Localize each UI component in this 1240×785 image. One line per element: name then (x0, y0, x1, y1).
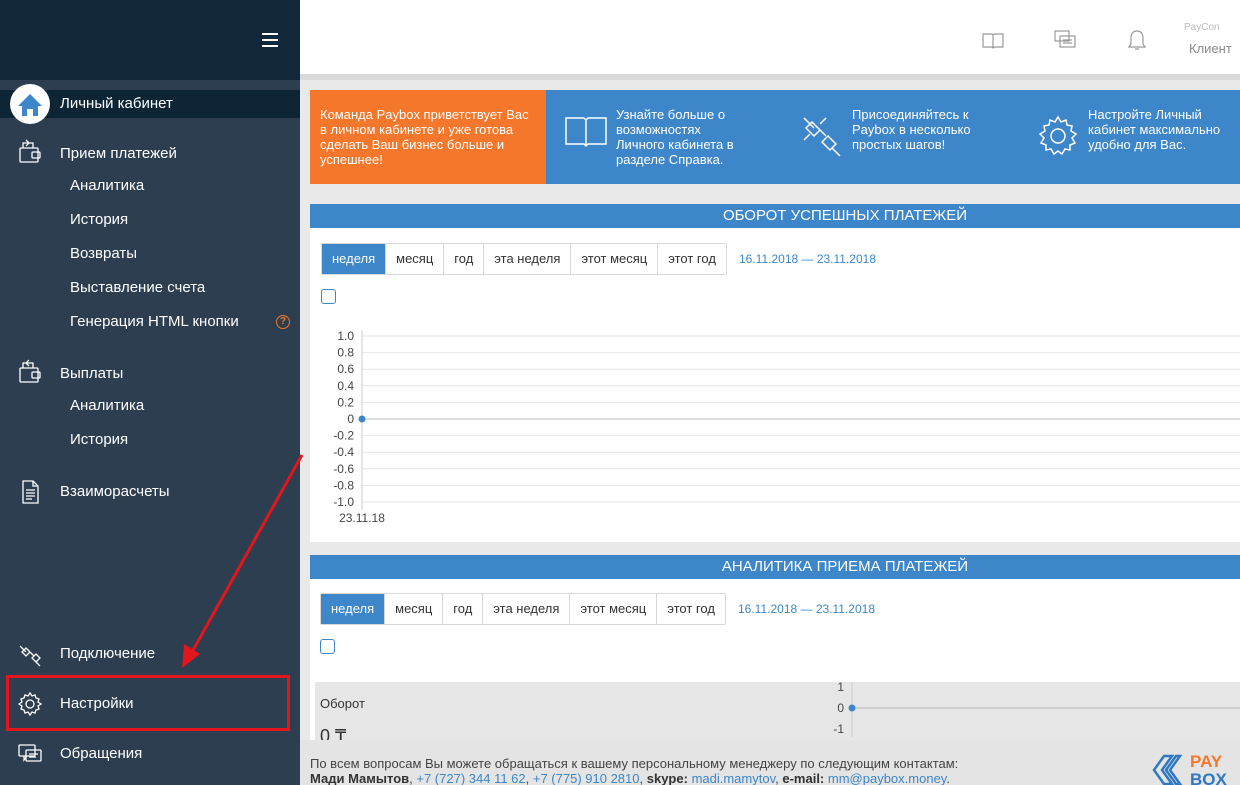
sidebar-item-payments[interactable]: Прием платежей (60, 145, 177, 162)
logo-text-bottom: BOX (1190, 770, 1228, 785)
banner-join-text: Присоединяйтесь к Paybox в несколько про… (852, 107, 971, 152)
email-link[interactable]: mm@paybox.money (828, 771, 946, 785)
y-tick-label: -0.6 (333, 462, 354, 476)
tab-week[interactable]: неделя (321, 594, 386, 624)
book-icon[interactable] (981, 28, 1005, 52)
y-tick-label: -0.8 (333, 478, 354, 492)
tab-year[interactable]: год (443, 594, 484, 624)
panel-title: ОБОРОТ УСПЕШНЫХ ПЛАТЕЖЕЙ (310, 204, 1240, 228)
banner-help[interactable]: Узнайте больше о возможностях Личного ка… (564, 90, 784, 184)
metric-label: Оборот (320, 696, 365, 711)
turnover-panel: ОБОРОТ УСПЕШНЫХ ПЛАТЕЖЕЙ неделя месяц го… (310, 204, 1240, 542)
settings-highlight-box (6, 675, 290, 731)
y-tick-label: -1 (833, 722, 844, 736)
data-point (848, 704, 856, 712)
sidebar-header (0, 0, 300, 80)
open-book-icon (565, 117, 607, 148)
tab-week[interactable]: неделя (322, 244, 387, 274)
chart-checkbox[interactable] (321, 289, 336, 304)
phone-link-2[interactable]: +7 (775) 910 2810 (533, 771, 640, 785)
sidebar-item-payouts[interactable]: Выплаты (60, 365, 123, 382)
sidebar-item-settlements[interactable]: Взаиморасчеты (60, 483, 170, 500)
sidebar-item-payments-analytics[interactable]: Аналитика (70, 177, 144, 194)
document-icon (22, 480, 39, 504)
banner-configure[interactable]: Настройте Личный кабинет максимально удо… (1036, 90, 1240, 184)
analytics-chart: 1 0 -1 (833, 682, 1240, 737)
hamburger-menu-icon[interactable] (262, 33, 278, 47)
plug-icon (19, 645, 41, 667)
welcome-message: Команда Paybox приветствует Вас в личном… (310, 90, 546, 184)
y-tick-label: 1.0 (337, 329, 354, 343)
sidebar-item-requests[interactable]: Обращения (60, 745, 142, 762)
sidebar-item-invoicing[interactable]: Выставление счета (70, 279, 205, 296)
banner-help-text: Узнайте больше о возможностях Личного ка… (616, 107, 734, 167)
sidebar-item-payouts-history[interactable]: История (70, 431, 128, 448)
sidebar-item-html-button[interactable]: Генерация HTML кнопки (70, 313, 239, 330)
x-tick-label: 23.11.18 (339, 511, 385, 525)
y-tick-label: 0 (837, 701, 844, 715)
y-tick-label: 0 (347, 412, 354, 426)
tab-this-week[interactable]: эта неделя (483, 594, 571, 624)
home-icon (10, 84, 50, 124)
footer: По всем вопросам Вы можете обращаться к … (300, 740, 1240, 785)
wallet-payouts-icon (19, 359, 41, 383)
banner-configure-text: Настройте Личный кабинет максимально удо… (1088, 107, 1221, 152)
chat-icon (18, 744, 42, 762)
paybox-logo[interactable]: PAY BOX (1150, 748, 1240, 785)
phone-link-1[interactable]: +7 (727) 344 11 62 (416, 771, 525, 785)
manager-name: Мади Мамытов (310, 771, 410, 785)
date-range[interactable]: 16.11.2018 — 23.11.2018 (738, 602, 875, 616)
y-tick-label: 0.4 (337, 379, 354, 393)
y-tick-label: 1 (837, 682, 844, 694)
chart-checkbox[interactable] (320, 639, 335, 654)
sidebar-item-payouts-analytics[interactable]: Аналитика (70, 397, 144, 414)
help-icon[interactable]: ? (276, 315, 290, 329)
email-label: e-mail: (782, 771, 825, 785)
skype-link[interactable]: madi.mamytov (692, 771, 776, 785)
info-banner: Команда Paybox приветствует Вас в личном… (310, 90, 1240, 184)
tab-month[interactable]: месяц (385, 594, 444, 624)
tab-this-year[interactable]: этот год (658, 244, 726, 274)
y-tick-label: -0.2 (333, 429, 354, 443)
user-name[interactable]: PayCon (1184, 22, 1220, 33)
sidebar-item-connection[interactable]: Подключение (60, 645, 155, 662)
metric-value: 0 ₸ (320, 726, 347, 740)
y-tick-label: -0.4 (333, 445, 354, 459)
analytics-panel: АНАЛИТИКА ПРИЕМА ПЛАТЕЖЕЙ неделя месяц г… (310, 555, 1240, 740)
tab-this-month[interactable]: этот месяц (570, 594, 658, 624)
period-tabs: неделя месяц год эта неделя этот месяц э… (320, 593, 726, 625)
logo-text-top: PAY (1190, 752, 1223, 771)
settings-gear-icon (1038, 115, 1078, 156)
plug-connect-icon (803, 117, 841, 157)
sidebar-item-payments-history[interactable]: История (70, 211, 128, 228)
banner-join[interactable]: Присоединяйтесь к Paybox в несколько про… (800, 90, 1020, 184)
turnover-chart: 1.0 0.8 0.6 0.4 0.2 0 -0.2 -0.4 -0.6 -0.8 -1.0 23.1… (333, 329, 1240, 525)
y-tick-label: 0.8 (337, 346, 354, 360)
data-point (358, 415, 366, 423)
user-role: Клиент (1189, 41, 1232, 56)
top-header (300, 0, 1240, 80)
period-tabs: неделя месяц год эта неделя этот месяц э… (321, 243, 727, 275)
messages-icon[interactable] (1053, 28, 1077, 52)
tab-this-week[interactable]: эта неделя (484, 244, 572, 274)
tab-month[interactable]: месяц (386, 244, 445, 274)
sidebar-item-refunds[interactable]: Возвраты (70, 245, 137, 262)
panel-title: АНАЛИТИКА ПРИЕМА ПЛАТЕЖЕЙ (310, 555, 1240, 579)
bell-icon[interactable] (1125, 28, 1149, 52)
footer-contacts: Мади Мамытов, +7 (727) 344 11 62, +7 (77… (310, 771, 950, 785)
tab-this-year[interactable]: этот год (657, 594, 725, 624)
tab-year[interactable]: год (444, 244, 485, 274)
y-tick-label: -1.0 (333, 495, 354, 509)
tab-this-month[interactable]: этот месяц (571, 244, 659, 274)
sidebar-item-dashboard[interactable]: Личный кабинет (60, 95, 173, 112)
sidebar: Личный кабинет Прием платежей Аналитика … (0, 0, 300, 785)
skype-label: skype: (646, 771, 688, 785)
y-tick-label: 0.6 (337, 362, 354, 376)
y-tick-label: 0.2 (337, 395, 354, 409)
footer-intro: По всем вопросам Вы можете обращаться к … (310, 756, 959, 771)
wallet-payments-icon (19, 139, 41, 163)
date-range[interactable]: 16.11.2018 — 23.11.2018 (739, 252, 876, 266)
